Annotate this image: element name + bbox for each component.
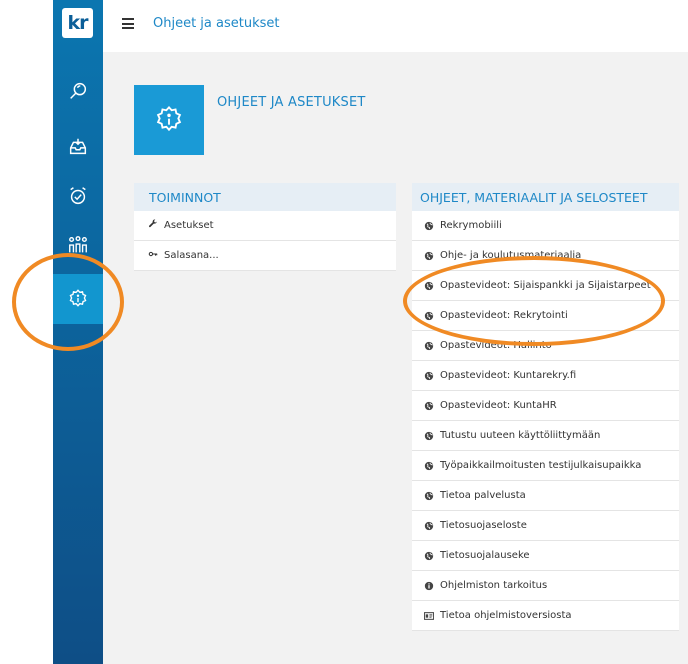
- link-label: Opastevideot: Rekrytointi: [440, 310, 568, 321]
- link-item[interactable]: Ohje- ja koulutusmateriaalia: [412, 241, 679, 271]
- globe-icon: [424, 461, 434, 471]
- instructions-panel: OHJEET, MATERIAALIT JA SELOSTEET Rekrymo…: [412, 183, 679, 631]
- sidebar: kr: [53, 0, 103, 664]
- link-label: Tietoa ohjelmistoversiosta: [440, 610, 572, 621]
- settings-info-icon: [69, 289, 87, 307]
- breadcrumb[interactable]: Ohjeet ja asetukset: [153, 16, 280, 31]
- page-icon-tile: [134, 85, 204, 155]
- link-label: Opastevideot: KuntaHR: [440, 400, 557, 411]
- nav-inbox[interactable]: [53, 122, 103, 172]
- link-item[interactable]: Työpaikkailmoitusten testijulkaisupaikka: [412, 451, 679, 481]
- settings-info-icon: [156, 105, 182, 132]
- link-item[interactable]: Rekrymobiili: [412, 211, 679, 241]
- link-item[interactable]: Tutustu uuteen käyttöliittymään: [412, 421, 679, 451]
- users-icon: [69, 236, 87, 253]
- globe-icon: [424, 341, 434, 351]
- instructions-list: Rekrymobiili Ohje- ja koulutusmateriaalia…: [412, 211, 679, 631]
- globe-icon: [424, 491, 434, 501]
- nav-settings[interactable]: [53, 274, 103, 324]
- search-icon: [70, 82, 87, 99]
- link-label: Tietosuojalauseke: [440, 550, 530, 561]
- alarm-clock-icon: [70, 187, 86, 205]
- nav-users[interactable]: [53, 220, 103, 270]
- link-item[interactable]: Ohjelmiston tarkoitus: [412, 571, 679, 601]
- top-bar: Ohjeet ja asetukset: [103, 0, 688, 52]
- link-item[interactable]: Opastevideot: Sijaispankki ja Sijaistarp…: [412, 271, 679, 301]
- globe-icon: [424, 401, 434, 411]
- globe-icon: [424, 281, 434, 291]
- app-logo[interactable]: kr: [62, 8, 93, 38]
- link-item[interactable]: Tietosuojalauseke: [412, 541, 679, 571]
- link-label: Opastevideot: Hallinto: [440, 340, 552, 351]
- link-label: Ohjelmiston tarkoitus: [440, 580, 548, 591]
- link-label: Työpaikkailmoitusten testijulkaisupaikka: [440, 460, 642, 471]
- actions-panel: TOIMINNOT Asetukset Salasana...: [134, 183, 396, 271]
- instructions-panel-title: OHJEET, MATERIAALIT JA SELOSTEET: [412, 183, 679, 211]
- info-icon: [424, 581, 434, 591]
- menu-item-password[interactable]: Salasana...: [134, 241, 396, 271]
- globe-icon: [424, 551, 434, 561]
- globe-icon: [424, 521, 434, 531]
- id-card-icon: [424, 611, 434, 621]
- link-item[interactable]: Opastevideot: Kuntarekry.fi: [412, 361, 679, 391]
- main-content: OHJEET JA ASETUKSET TOIMINNOT Asetukset …: [103, 52, 688, 664]
- link-label: Tietosuojaseloste: [440, 520, 527, 531]
- menu-item-settings[interactable]: Asetukset: [134, 211, 396, 241]
- globe-icon: [424, 221, 434, 231]
- nav-alarms[interactable]: [53, 171, 103, 221]
- link-item[interactable]: Tietoa ohjelmistoversiosta: [412, 601, 679, 631]
- actions-panel-title: TOIMINNOT: [134, 183, 396, 211]
- link-item[interactable]: Opastevideot: Hallinto: [412, 331, 679, 361]
- inbox-icon: [69, 138, 87, 155]
- globe-icon: [424, 431, 434, 441]
- link-item[interactable]: Tietosuojaseloste: [412, 511, 679, 541]
- link-item[interactable]: Opastevideot: KuntaHR: [412, 391, 679, 421]
- link-item[interactable]: Opastevideot: Rekrytointi: [412, 301, 679, 331]
- globe-icon: [424, 251, 434, 261]
- link-label: Ohje- ja koulutusmateriaalia: [440, 250, 582, 261]
- menu-item-label: Salasana...: [164, 250, 219, 261]
- link-label: Rekrymobiili: [440, 220, 502, 231]
- link-item[interactable]: Tietoa palvelusta: [412, 481, 679, 511]
- link-label: Opastevideot: Kuntarekry.fi: [440, 370, 577, 381]
- page-title: OHJEET JA ASETUKSET: [217, 95, 366, 110]
- link-label: Opastevideot: Sijaispankki ja Sijaistarp…: [440, 280, 651, 291]
- globe-icon: [424, 371, 434, 381]
- key-icon: [148, 249, 160, 262]
- wrench-icon: [148, 219, 160, 232]
- nav-search[interactable]: [53, 66, 103, 116]
- menu-item-label: Asetukset: [164, 220, 214, 231]
- menu-toggle-icon[interactable]: [122, 18, 134, 29]
- link-label: Tietoa palvelusta: [440, 490, 526, 501]
- globe-icon: [424, 311, 434, 321]
- link-label: Tutustu uuteen käyttöliittymään: [440, 430, 601, 441]
